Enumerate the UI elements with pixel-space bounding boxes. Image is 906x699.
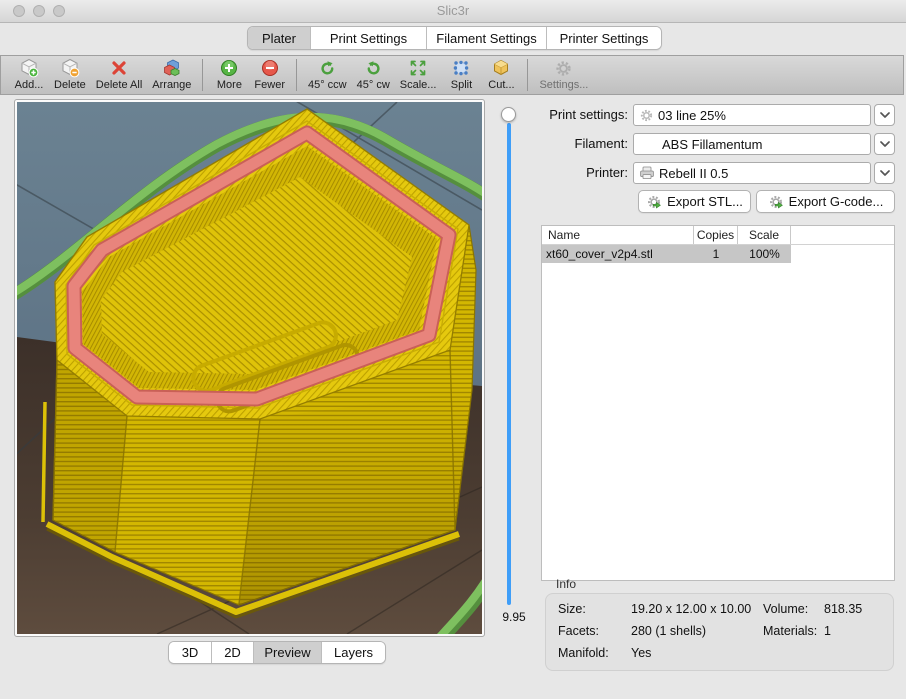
gear-icon bbox=[639, 108, 654, 123]
viewport-3d-scene[interactable] bbox=[17, 102, 482, 634]
info-box: Size: 19.20 x 12.00 x 10.00 Volume: 818.… bbox=[545, 593, 894, 671]
size-label: Size: bbox=[558, 602, 586, 616]
viewport-frame bbox=[14, 99, 485, 637]
more-copies-icon bbox=[220, 58, 238, 78]
rotate-cw-button[interactable]: 45° cw bbox=[357, 58, 390, 91]
volume-label: Volume: bbox=[763, 602, 808, 616]
info-group-title: Info bbox=[556, 577, 576, 591]
toolbar-separator bbox=[296, 59, 297, 91]
export-gcode-button[interactable]: Export G-code... bbox=[756, 190, 895, 213]
tab-filament-settings[interactable]: Filament Settings bbox=[426, 27, 546, 49]
cell-scale: 100% bbox=[738, 245, 791, 263]
volume-value: 818.35 bbox=[824, 602, 862, 616]
split-button[interactable]: Split bbox=[446, 58, 476, 91]
tab-plater[interactable]: Plater bbox=[248, 27, 310, 49]
add-button[interactable]: Add... bbox=[14, 58, 44, 91]
layer-slider-zone: 9.95 bbox=[488, 99, 540, 639]
split-icon bbox=[451, 58, 471, 78]
printer-icon bbox=[639, 166, 655, 180]
view-tab-preview[interactable]: Preview bbox=[253, 642, 321, 663]
print-settings-combo[interactable]: 03 line 25% bbox=[633, 104, 871, 126]
printer-label: Printer: bbox=[540, 162, 628, 184]
cell-copies: 1 bbox=[694, 245, 738, 263]
cell-name: xt60_cover_v2p4.stl bbox=[542, 245, 694, 263]
chevron-down-icon bbox=[879, 169, 891, 177]
print-settings-label: Print settings: bbox=[540, 104, 628, 126]
table-row[interactable]: xt60_cover_v2p4.stl 1 100% bbox=[542, 245, 791, 263]
layer-slider-track[interactable] bbox=[507, 123, 511, 605]
delete-object-icon bbox=[60, 58, 80, 78]
tab-printer-settings[interactable]: Printer Settings bbox=[546, 27, 661, 49]
model-list: Name Copies Scale xt60_cover_v2p4.stl 1 … bbox=[541, 225, 895, 581]
view-tab-layers[interactable]: Layers bbox=[321, 642, 385, 663]
scale-button[interactable]: Scale... bbox=[400, 58, 437, 91]
filament-dropdown-button[interactable] bbox=[874, 133, 895, 155]
add-object-icon bbox=[19, 58, 39, 78]
column-header-name[interactable]: Name bbox=[542, 226, 694, 244]
chevron-down-icon bbox=[879, 111, 891, 119]
main-tab-bar: Plater Print Settings Filament Settings … bbox=[247, 26, 662, 50]
size-value: 19.20 x 12.00 x 10.00 bbox=[631, 602, 751, 616]
more-button[interactable]: More bbox=[214, 58, 244, 91]
cut-button[interactable]: Cut... bbox=[486, 58, 516, 91]
print-settings-dropdown-button[interactable] bbox=[874, 104, 895, 126]
materials-label: Materials: bbox=[763, 624, 817, 638]
title-bar: Slic3r bbox=[0, 0, 906, 23]
plater-toolbar: Add... Delete Delete All Arrange bbox=[0, 55, 904, 95]
fewer-button[interactable]: Fewer bbox=[254, 58, 285, 91]
facets-value: 280 (1 shells) bbox=[631, 624, 706, 638]
arrange-button[interactable]: Arrange bbox=[152, 58, 191, 91]
toolbar-separator bbox=[527, 59, 528, 91]
arrange-icon bbox=[162, 58, 182, 78]
printer-combo[interactable]: Rebell II 0.5 bbox=[633, 162, 871, 184]
export-gear-icon bbox=[768, 194, 784, 210]
scale-icon bbox=[408, 58, 428, 78]
manifold-label: Manifold: bbox=[558, 646, 609, 660]
materials-value: 1 bbox=[824, 624, 831, 638]
printer-dropdown-button[interactable] bbox=[874, 162, 895, 184]
manifold-value: Yes bbox=[631, 646, 651, 660]
delete-button[interactable]: Delete bbox=[54, 58, 86, 91]
rotate-ccw-button[interactable]: 45° ccw bbox=[308, 58, 347, 91]
window-title: Slic3r bbox=[0, 3, 906, 18]
rotate-cw-icon bbox=[364, 58, 383, 78]
delete-all-icon bbox=[109, 58, 129, 78]
view-mode-tab-bar: 3D 2D Preview Layers bbox=[168, 641, 386, 664]
model-list-header: Name Copies Scale bbox=[542, 226, 894, 245]
facets-label: Facets: bbox=[558, 624, 599, 638]
toolbar-separator bbox=[202, 59, 203, 91]
delete-all-button[interactable]: Delete All bbox=[96, 58, 142, 91]
export-gear-icon bbox=[646, 194, 662, 210]
fewer-copies-icon bbox=[261, 58, 279, 78]
filament-combo[interactable]: ABS Fillamentum bbox=[633, 133, 871, 155]
column-header-copies[interactable]: Copies bbox=[694, 226, 738, 244]
cut-icon bbox=[491, 58, 511, 78]
layer-slider-handle[interactable] bbox=[501, 107, 516, 122]
chevron-down-icon bbox=[879, 140, 891, 148]
export-stl-button[interactable]: Export STL... bbox=[638, 190, 751, 213]
layer-slider-value: 9.95 bbox=[488, 610, 540, 624]
column-header-scale[interactable]: Scale bbox=[738, 226, 791, 244]
rotate-ccw-icon bbox=[318, 58, 337, 78]
tab-print-settings[interactable]: Print Settings bbox=[310, 27, 426, 49]
settings-gear-icon bbox=[554, 58, 573, 78]
filament-label: Filament: bbox=[540, 133, 628, 155]
view-tab-3d[interactable]: 3D bbox=[169, 642, 211, 663]
settings-button[interactable]: Settings... bbox=[539, 58, 588, 91]
view-tab-2d[interactable]: 2D bbox=[211, 642, 253, 663]
